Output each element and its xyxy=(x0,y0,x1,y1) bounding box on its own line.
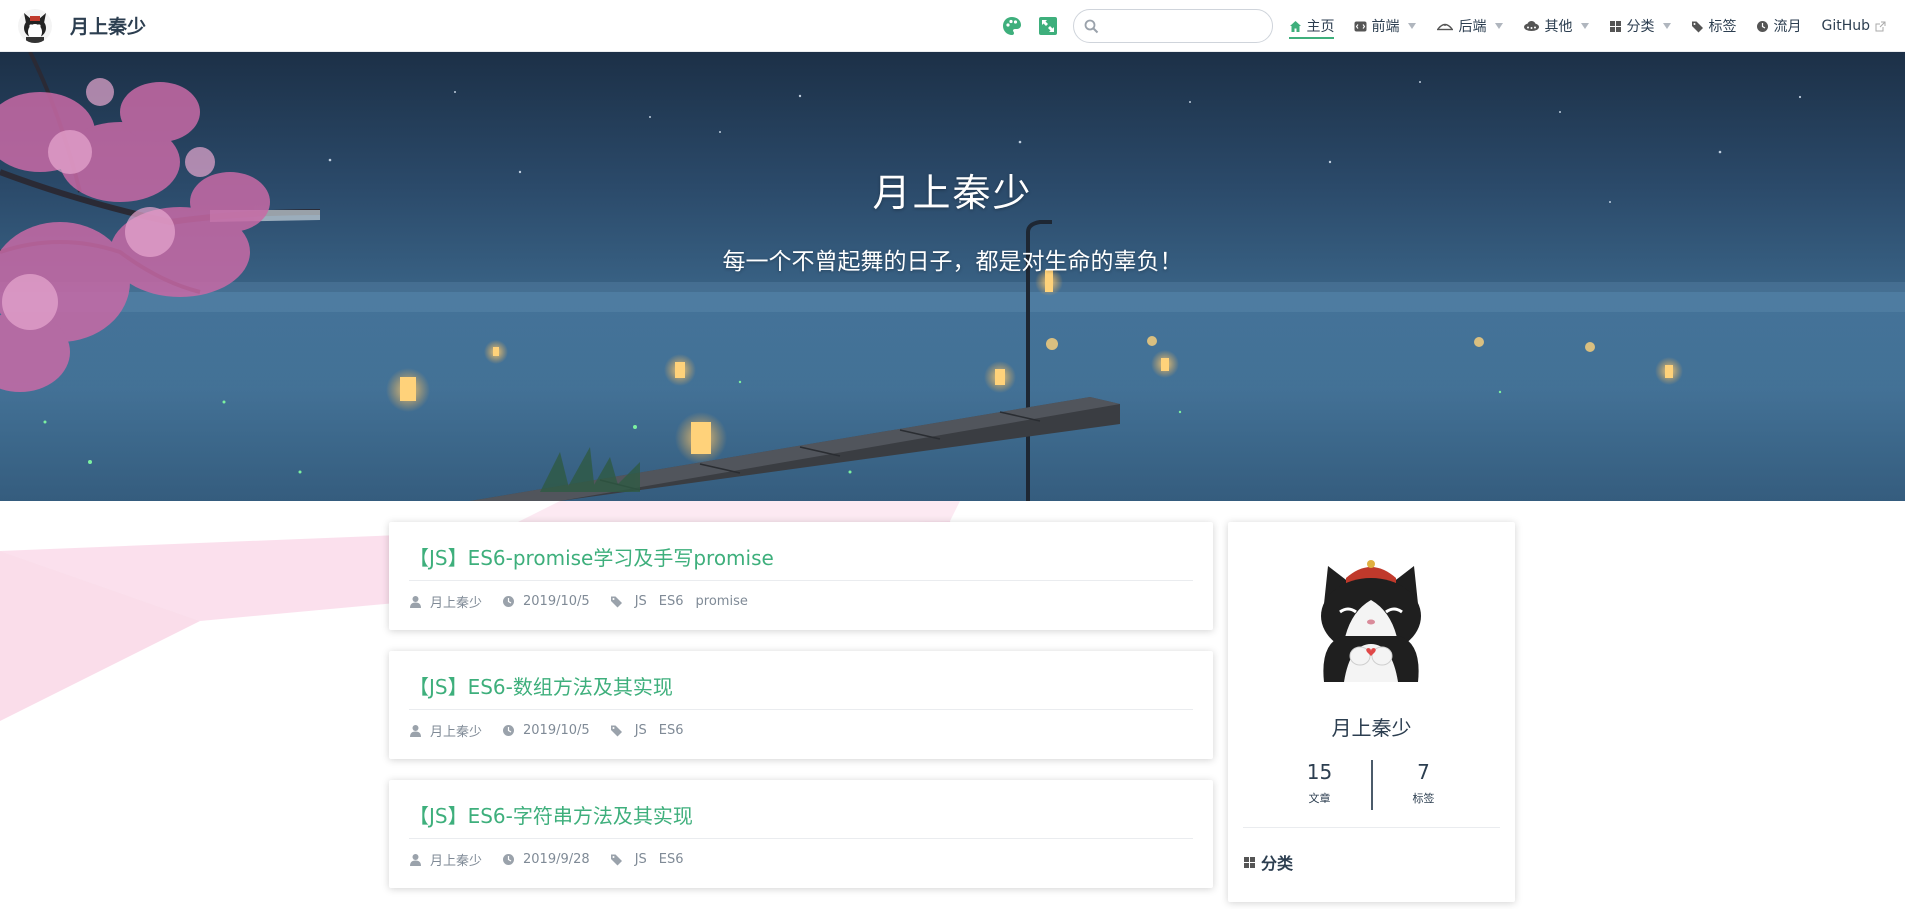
post-author: 月上秦少 xyxy=(409,592,482,611)
nav-item-label: 主页 xyxy=(1306,19,1335,35)
search-input[interactable] xyxy=(1105,17,1266,35)
nav-item-backend[interactable]: 后端 xyxy=(1436,0,1504,52)
post-author-name: 月上秦少 xyxy=(430,725,483,740)
post-date-text: 2019/9/28 xyxy=(523,852,590,867)
hero-banner: 月上秦少 每一个不曾起舞的日子，都是对生命的辜负！ xyxy=(0,52,1905,501)
post-tag[interactable]: JS xyxy=(635,852,647,867)
nav-item-label: 标签 xyxy=(1708,19,1737,35)
tag-icon xyxy=(610,595,623,608)
post-meta: 月上秦少 2019/10/5 JS ES6 xyxy=(409,721,1193,740)
post-title-link[interactable]: 【JS】ES6-promise学习及手写promise xyxy=(409,542,1193,581)
nav-item-label: 前端 xyxy=(1371,19,1400,35)
post-author: 月上秦少 xyxy=(409,721,482,740)
alien-icon xyxy=(1523,20,1540,33)
nav-item-label: 其他 xyxy=(1544,19,1573,35)
chevron-down-icon xyxy=(1495,23,1504,29)
hero-subtitle: 每一个不曾起舞的日子，都是对生命的辜负！ xyxy=(722,249,1183,275)
chevron-down-icon xyxy=(1581,23,1590,29)
post-date-text: 2019/10/5 xyxy=(523,723,590,738)
nav-item-label: GitHub xyxy=(1821,18,1870,34)
post-list: 【JS】ES6-promise学习及手写promise 月上秦少 2019/10… xyxy=(389,522,1213,909)
top-navbar: 月上秦少 主页 前端 后端 其他 分类 标签 流月 GitHub xyxy=(0,0,1905,52)
grid-icon xyxy=(1243,856,1256,869)
profile-avatar xyxy=(1310,552,1432,682)
profile-name: 月上秦少 xyxy=(1331,716,1412,740)
post-date: 2019/10/5 xyxy=(502,594,590,609)
clock-icon xyxy=(502,595,515,608)
post-tag[interactable]: JS xyxy=(635,723,647,738)
night-lake-scene-image xyxy=(0,52,1905,501)
post-card: 【JS】ES6-数组方法及其实现 月上秦少 2019/10/5 JS ES6 xyxy=(389,651,1213,759)
nav-item-other[interactable]: 其他 xyxy=(1523,0,1590,52)
post-tag[interactable]: ES6 xyxy=(659,852,684,867)
clock-icon xyxy=(502,724,515,737)
stat-label: 文章 xyxy=(1308,792,1331,805)
post-tag[interactable]: JS xyxy=(635,594,647,609)
post-date-text: 2019/10/5 xyxy=(523,594,590,609)
nav-item-label: 流月 xyxy=(1773,19,1802,35)
post-meta: 月上秦少 2019/10/5 JS ES6 promise xyxy=(409,592,1193,611)
user-icon xyxy=(409,724,422,737)
post-author: 月上秦少 xyxy=(409,850,482,869)
site-title[interactable]: 月上秦少 xyxy=(70,12,146,39)
clock-icon xyxy=(1756,20,1769,33)
tag-icon xyxy=(610,853,623,866)
nav-item-tags[interactable]: 标签 xyxy=(1691,0,1736,52)
clock-icon xyxy=(502,853,515,866)
category-section-title: 分类 xyxy=(1243,850,1293,874)
hero-title: 月上秦少 xyxy=(872,171,1033,215)
user-icon xyxy=(409,853,422,866)
post-author-name: 月上秦少 xyxy=(430,596,483,611)
server-hat-icon xyxy=(1436,20,1454,33)
post-tags: JS ES6 xyxy=(610,723,696,738)
external-link-icon xyxy=(1874,20,1887,33)
search-icon xyxy=(1085,19,1099,33)
post-tag[interactable]: promise xyxy=(696,594,748,609)
user-icon xyxy=(409,595,422,608)
stat-divider xyxy=(1370,760,1373,810)
stat-label: 标签 xyxy=(1412,792,1435,805)
nav-item-github[interactable]: GitHub xyxy=(1821,0,1887,52)
nav-item-category[interactable]: 分类 xyxy=(1609,0,1672,52)
nav-item-label: 分类 xyxy=(1626,19,1655,35)
grid-icon xyxy=(1609,20,1622,33)
code-icon xyxy=(1354,20,1367,33)
divider xyxy=(1243,827,1500,828)
home-icon xyxy=(1289,20,1302,33)
profile-card: 月上秦少 15 文章 7 标签 分类 xyxy=(1228,522,1515,902)
post-date: 2019/9/28 xyxy=(502,852,590,867)
post-author-name: 月上秦少 xyxy=(430,854,483,869)
post-tag[interactable]: ES6 xyxy=(659,723,684,738)
nav-item-timeline[interactable]: 流月 xyxy=(1756,0,1801,52)
stat-articles[interactable]: 15 文章 xyxy=(1269,760,1371,812)
nav-item-label: 后端 xyxy=(1458,19,1487,35)
search-box[interactable] xyxy=(1073,9,1274,43)
post-meta: 月上秦少 2019/9/28 JS ES6 xyxy=(409,850,1193,869)
site-logo-avatar xyxy=(18,8,52,43)
chevron-down-icon xyxy=(1663,23,1672,29)
post-tag[interactable]: ES6 xyxy=(659,594,684,609)
nav-right: 主页 前端 后端 其他 分类 标签 流月 GitHub xyxy=(1001,0,1887,52)
palette-icon[interactable] xyxy=(1001,15,1023,37)
post-title-link[interactable]: 【JS】ES6-数组方法及其实现 xyxy=(409,671,1193,710)
brand-link[interactable]: 月上秦少 xyxy=(18,8,146,43)
post-tags: JS ES6 promise xyxy=(610,594,760,609)
stat-tags[interactable]: 7 标签 xyxy=(1373,760,1475,812)
nav-item-frontend[interactable]: 前端 xyxy=(1354,0,1417,52)
stat-value: 7 xyxy=(1417,760,1430,784)
tag-icon xyxy=(610,724,623,737)
post-card: 【JS】ES6-字符串方法及其实现 月上秦少 2019/9/28 JS ES6 xyxy=(389,780,1213,888)
category-section-label: 分类 xyxy=(1261,854,1294,873)
post-tags: JS ES6 xyxy=(610,852,696,867)
post-title-link[interactable]: 【JS】ES6-字符串方法及其实现 xyxy=(409,800,1193,839)
nav-item-home[interactable]: 主页 xyxy=(1289,0,1335,52)
tag-icon xyxy=(1691,20,1704,33)
chevron-down-icon xyxy=(1408,23,1417,29)
post-date: 2019/10/5 xyxy=(502,723,590,738)
profile-stats: 15 文章 7 标签 xyxy=(1228,760,1515,812)
stat-value: 15 xyxy=(1306,760,1333,784)
fullscreen-icon[interactable] xyxy=(1037,15,1059,37)
post-card: 【JS】ES6-promise学习及手写promise 月上秦少 2019/10… xyxy=(389,522,1213,630)
